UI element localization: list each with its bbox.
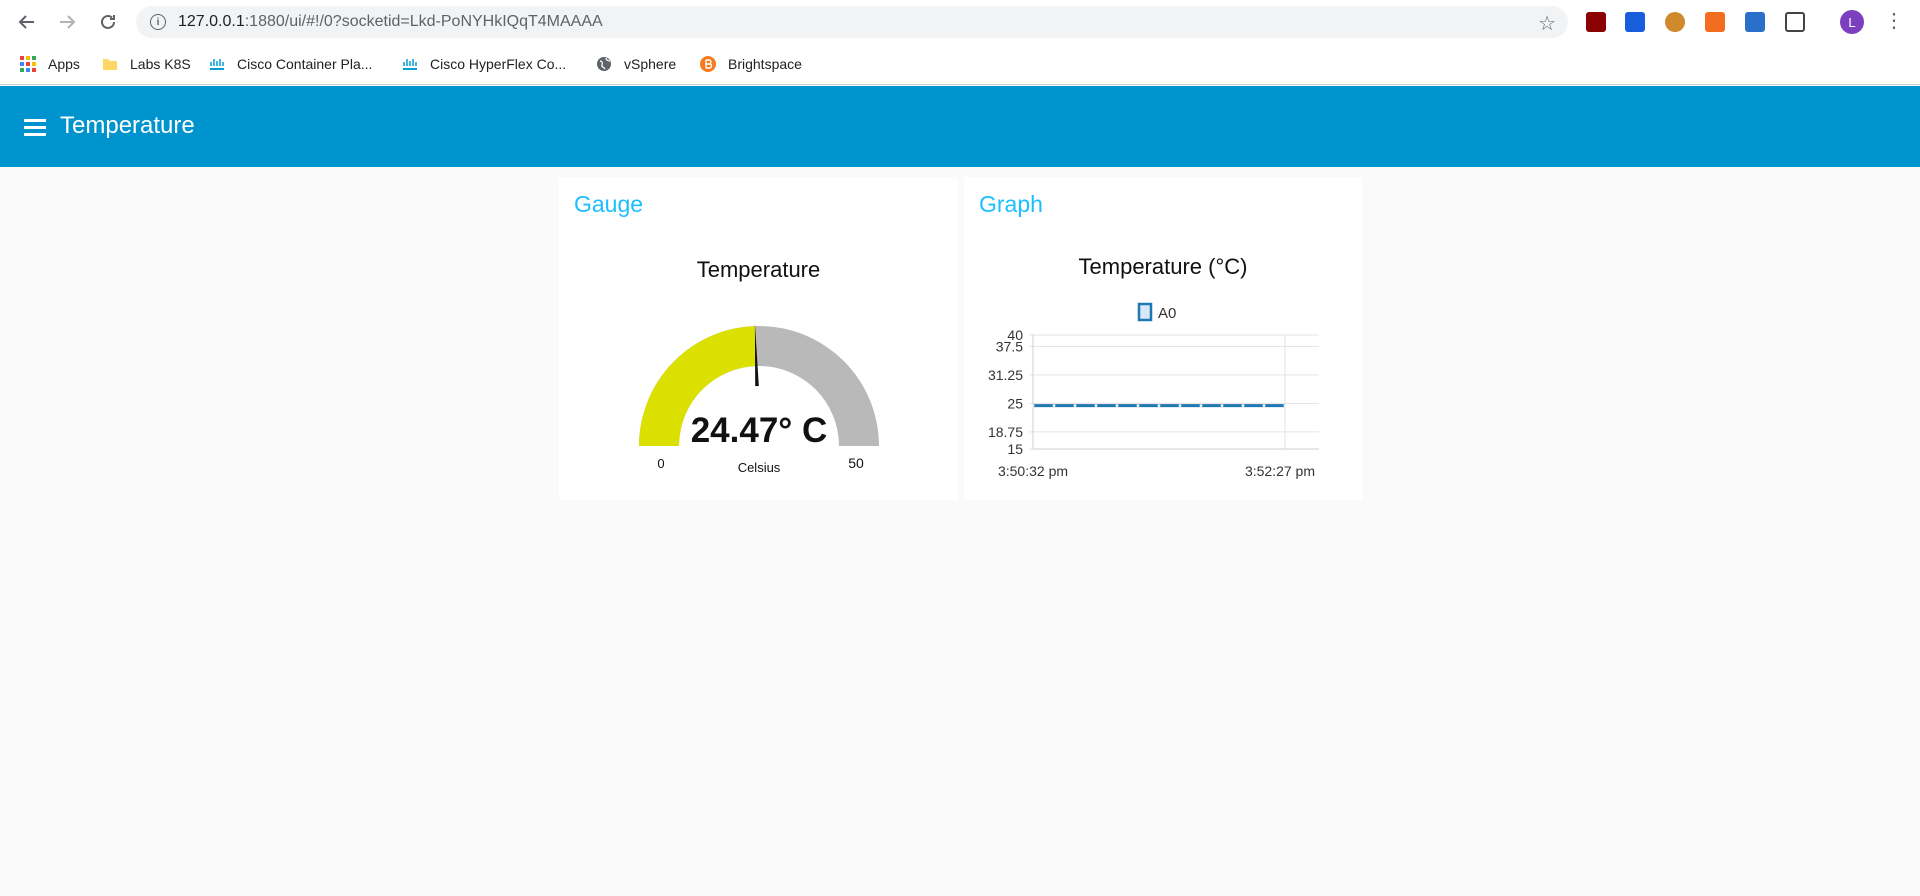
legend-label: A0 — [1158, 305, 1176, 322]
series-point — [1031, 404, 1035, 408]
address-bar[interactable]: i 127.0.0.1:1880/ui/#!/0?socketid=Lkd-Po… — [136, 6, 1568, 38]
cisco-icon — [209, 56, 225, 72]
series-point — [1199, 404, 1203, 408]
bookmark-apps[interactable]: Apps — [20, 53, 80, 75]
reader-extension-icon[interactable] — [1785, 12, 1805, 32]
gauge-max-label: 50 — [848, 455, 864, 471]
browser-toolbar: i 127.0.0.1:1880/ui/#!/0?socketid=Lkd-Po… — [0, 0, 1920, 44]
ublock-extension-icon[interactable] — [1586, 12, 1606, 32]
x-tick-label: 3:52:27 pm — [1245, 463, 1315, 479]
legend-swatch — [1137, 302, 1153, 322]
temperature-line-chart: A0 4037.531.252518.7515 3:50:32 pm 3:52:2… — [988, 302, 1319, 479]
bookmark-label: Cisco Container Pla... — [237, 56, 373, 72]
globe-icon — [596, 56, 612, 72]
dashboard-header: Temperature — [0, 86, 1920, 167]
temperature-gauge: 24.47° C Celsius 0 50 — [639, 323, 879, 475]
folder-icon — [102, 56, 118, 72]
url-host: 127.0.0.1 — [178, 13, 245, 30]
cisco-icon — [402, 56, 418, 72]
brightspace-icon — [700, 56, 716, 72]
url-text[interactable]: 127.0.0.1:1880/ui/#!/0?socketid=Lkd-PoNY… — [178, 13, 603, 31]
series-point — [1157, 404, 1161, 408]
url-path: :1880/ui/#!/0?socketid=Lkd-PoNYHkIQqT4MA… — [244, 13, 603, 30]
series-point — [1262, 404, 1266, 408]
series-point — [1178, 404, 1182, 408]
bookmark-labs-k8s[interactable]: Labs K8S — [102, 53, 191, 75]
star-icon[interactable]: ☆ — [1538, 11, 1556, 36]
page-title: Temperature — [60, 112, 195, 139]
y-tick-label: 37.5 — [996, 338, 1023, 354]
y-tick-label: 15 — [1007, 441, 1023, 457]
bookmark-brightspace[interactable]: Brightspace — [700, 53, 802, 75]
bookmarks-bar: Apps Labs K8S Cisco Container Pla... Cis… — [0, 44, 1920, 85]
site-info-icon[interactable]: i — [150, 14, 166, 30]
gauge-min-label: 0 — [657, 456, 664, 471]
stackoverflow-extension-icon[interactable] — [1705, 12, 1725, 32]
x-tick-label: 3:50:32 pm — [998, 463, 1068, 479]
apps-grid-icon — [20, 56, 36, 72]
y-tick-label: 25 — [1007, 395, 1023, 411]
series-point — [1283, 404, 1287, 408]
browser-menu-icon[interactable]: ⋮ — [1884, 8, 1904, 33]
series-point — [1220, 404, 1224, 408]
bookmark-label: Cisco HyperFlex Co... — [430, 56, 567, 72]
profile-avatar[interactable]: L — [1840, 10, 1864, 34]
cookie-extension-icon[interactable] — [1665, 12, 1685, 32]
graph-group-card: Graph Temperature (°C) A0 40 37.5 31.25 25 1… — [964, 177, 1362, 500]
bookmark-cisco-hyperflex[interactable]: Cisco HyperFlex Co... — [402, 53, 566, 75]
y-tick-label: 18.75 — [988, 424, 1023, 440]
series-point — [1094, 404, 1098, 408]
arrow-left-icon[interactable] — [15, 10, 39, 34]
series-point — [1115, 404, 1119, 408]
menu-icon[interactable] — [24, 119, 46, 136]
series-point — [1052, 404, 1056, 408]
reload-icon[interactable] — [96, 10, 120, 34]
arrow-right-icon[interactable] — [55, 10, 79, 34]
series-point — [1136, 404, 1140, 408]
series-point — [1073, 404, 1077, 408]
y-tick-label: 31.25 — [988, 367, 1023, 383]
bookmark-label: vSphere — [624, 56, 677, 72]
bitwarden-extension-icon[interactable] — [1625, 12, 1645, 32]
gauge-units: Celsius — [738, 460, 781, 475]
gauge-value: 24.47° C — [691, 411, 828, 450]
bookmark-label: Brightspace — [728, 56, 802, 72]
bookmark-label: Labs K8S — [130, 56, 191, 72]
gauge-group-card: Gauge Temperature 24.47° C Celsius 0 50 — [559, 177, 958, 500]
bookmark-cisco-container[interactable]: Cisco Container Pla... — [209, 53, 372, 75]
extension-icon[interactable] — [1745, 12, 1765, 32]
bookmark-label: Apps — [48, 56, 80, 72]
bookmark-vsphere[interactable]: vSphere — [596, 53, 676, 75]
series-point — [1241, 404, 1245, 408]
